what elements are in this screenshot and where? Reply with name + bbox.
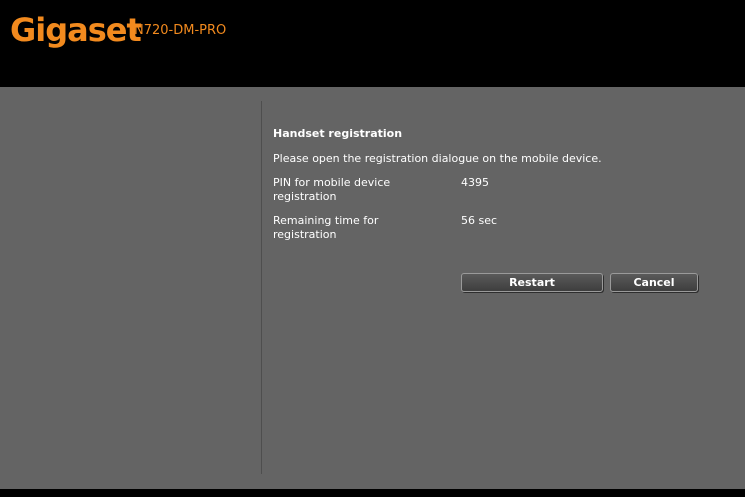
gigaset-logo: Gigaset [10,11,142,49]
device-model: N720-DM-PRO [134,23,227,38]
registration-instruction: Please open the registration dialogue on… [273,152,602,165]
page-title: Handset registration [273,127,403,140]
pin-value: 4395 [461,176,489,189]
restart-button[interactable]: Restart [461,273,603,292]
pin-label: PIN for mobile device registration [273,176,391,203]
header-bar: Gigaset N720-DM-PRO [0,0,745,87]
footer-bar [0,489,745,497]
vertical-divider [261,101,262,474]
cancel-button[interactable]: Cancel [610,273,698,292]
main-panel: Handset registration Please open the reg… [0,87,745,489]
remaining-time-label: Remaining time for registration [273,214,379,241]
remaining-time-value: 56 sec [461,214,498,227]
